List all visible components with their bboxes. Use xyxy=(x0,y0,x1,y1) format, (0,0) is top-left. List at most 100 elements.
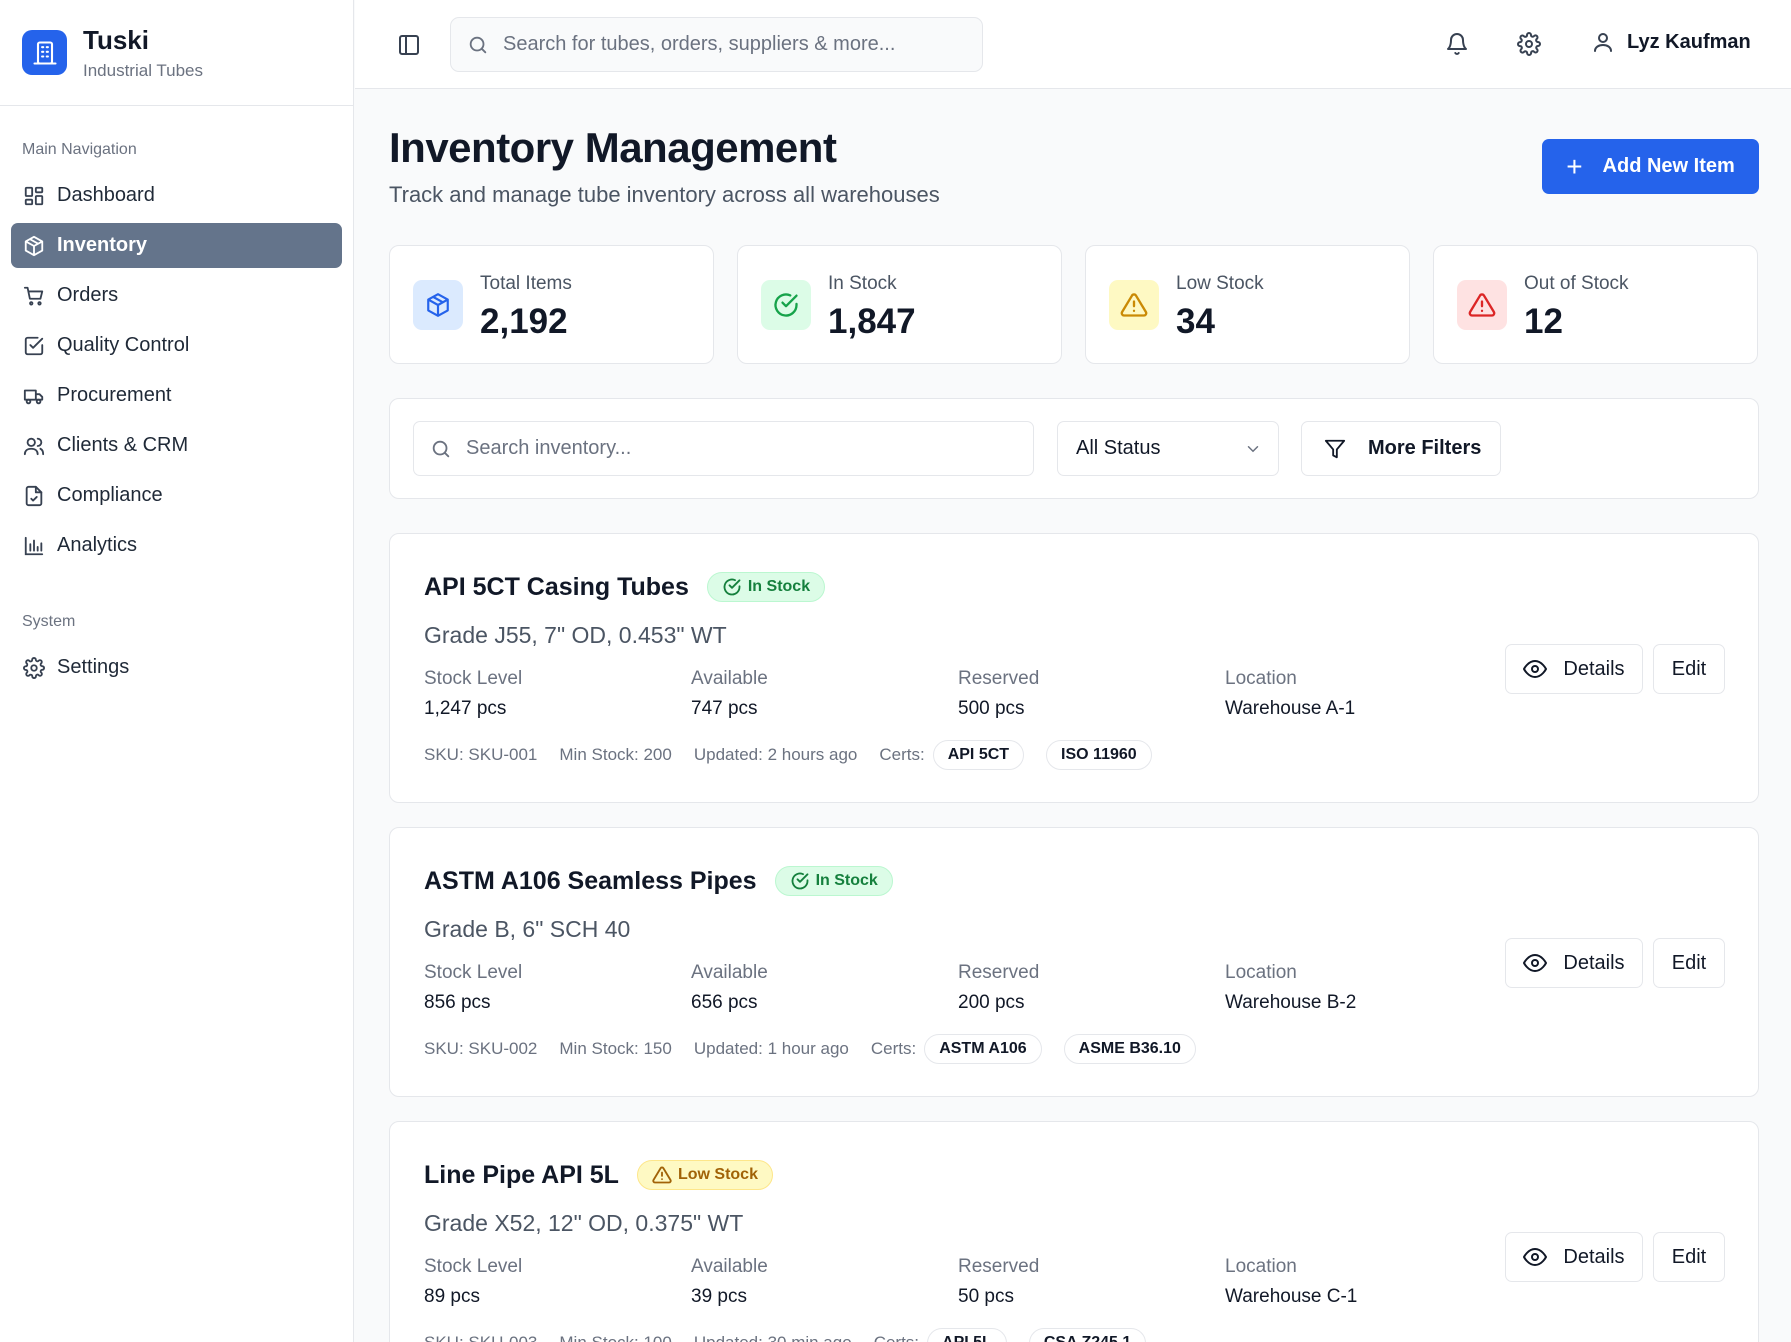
certs-label: Certs: xyxy=(879,745,925,764)
sidebar-item-dashboard[interactable]: Dashboard xyxy=(11,173,342,218)
sidebar-item-settings[interactable]: Settings xyxy=(11,645,342,690)
sidebar-item-label: Quality Control xyxy=(57,334,190,356)
field-value: 50 pcs xyxy=(958,1286,1014,1307)
sidebar-item-label: Analytics xyxy=(57,534,138,556)
field-label: Available xyxy=(691,668,768,689)
field-label: Stock Level xyxy=(424,668,523,689)
user-icon xyxy=(1591,30,1615,54)
sidebar-item-quality-control[interactable]: Quality Control xyxy=(11,323,342,368)
details-button[interactable]: Details xyxy=(1505,938,1643,988)
field-label: Stock Level xyxy=(424,1256,523,1277)
cert-badge: ISO 11960 xyxy=(1046,740,1152,770)
sidebar-item-analytics[interactable]: Analytics xyxy=(11,523,342,568)
item-spec: Grade X52, 12" OD, 0.375" WT xyxy=(424,1210,744,1236)
user-menu[interactable]: Lyz Kaufman xyxy=(1591,30,1751,54)
global-search[interactable] xyxy=(450,17,983,72)
item-min-stock: Min Stock: 150 xyxy=(559,1039,672,1058)
field-value: 1,247 pcs xyxy=(424,698,507,719)
filter-icon xyxy=(1324,438,1346,460)
edit-button[interactable]: Edit xyxy=(1653,938,1725,988)
stat-value: 12 xyxy=(1524,302,1563,341)
item-title: ASTM A106 Seamless Pipes xyxy=(424,866,757,895)
truck-icon xyxy=(23,385,45,407)
location-field: Location Warehouse B-2 xyxy=(1225,962,1356,1014)
eye-icon xyxy=(1523,1245,1548,1269)
field-label: Reserved xyxy=(958,962,1040,983)
item-sku: SKU: SKU-002 xyxy=(424,1039,538,1058)
available-field: Available 39 pcs xyxy=(691,1256,768,1308)
details-button[interactable]: Details xyxy=(1505,1232,1643,1282)
stat-label: In Stock xyxy=(828,273,897,294)
certs-label: Certs: xyxy=(870,1039,917,1058)
inventory-card: API 5CT Casing Tubes In Stock Grade J55,… xyxy=(389,533,1759,803)
global-search-input[interactable] xyxy=(503,33,963,56)
details-label: Details xyxy=(1563,1245,1625,1268)
status-select-value: All Status xyxy=(1076,437,1161,459)
bar-chart-icon xyxy=(23,535,45,557)
check-square-icon xyxy=(23,335,45,357)
field-value: Warehouse C-1 xyxy=(1225,1286,1358,1307)
sidebar-item-label: Settings xyxy=(57,656,130,678)
sidebar-item-procurement[interactable]: Procurement xyxy=(11,373,342,418)
available-field: Available 656 pcs xyxy=(691,962,768,1014)
dashboard-icon xyxy=(23,185,45,207)
edit-button[interactable]: Edit xyxy=(1653,1232,1725,1282)
stat-value: 34 xyxy=(1176,302,1215,341)
field-value: 89 pcs xyxy=(424,1286,480,1307)
details-label: Details xyxy=(1563,657,1625,680)
nav-section-system: System xyxy=(22,613,76,630)
field-value: 856 pcs xyxy=(424,992,491,1013)
gear-icon xyxy=(23,656,45,679)
user-name: Lyz Kaufman xyxy=(1627,30,1751,53)
item-spec: Grade J55, 7" OD, 0.453" WT xyxy=(424,622,727,648)
stat-card-total-items: Total Items 2,192 xyxy=(389,245,714,364)
sidebar-item-label: Procurement xyxy=(57,384,172,406)
field-value: 656 pcs xyxy=(691,992,758,1013)
item-title: API 5CT Casing Tubes xyxy=(424,572,689,601)
page-title: Inventory Management xyxy=(389,124,837,171)
sidebar-item-clients-crm[interactable]: Clients & CRM xyxy=(11,423,342,468)
page-subtitle: Track and manage tube inventory across a… xyxy=(389,182,940,207)
inventory-search[interactable] xyxy=(413,421,1034,476)
status-select[interactable]: All Status xyxy=(1057,421,1279,476)
gear-icon[interactable] xyxy=(1517,32,1541,56)
search-icon xyxy=(430,438,452,460)
stat-card-low-stock: Low Stock 34 xyxy=(1085,245,1410,364)
warning-icon xyxy=(652,1165,672,1185)
field-label: Reserved xyxy=(958,668,1040,689)
brand[interactable]: Tuski Industrial Tubes xyxy=(0,0,353,106)
chevron-down-icon xyxy=(1244,440,1262,458)
item-updated: Updated: 1 hour ago xyxy=(693,1039,849,1058)
cert-badge: API 5L xyxy=(927,1328,1007,1342)
cert-badge: API 5CT xyxy=(932,740,1025,770)
status-badge-label: Low Stock xyxy=(677,1166,758,1183)
details-button[interactable]: Details xyxy=(1505,644,1643,694)
stock-level-field: Stock Level 1,247 pcs xyxy=(424,668,522,720)
eye-icon xyxy=(1523,951,1548,975)
sidebar-item-label: Clients & CRM xyxy=(57,434,189,456)
sidebar-toggle-icon[interactable] xyxy=(397,33,421,57)
cert-badge: ASTM A106 xyxy=(924,1034,1042,1064)
sidebar-item-orders[interactable]: Orders xyxy=(11,273,342,318)
alert-triangle-icon xyxy=(1457,280,1507,330)
field-value: Warehouse A-1 xyxy=(1225,698,1356,719)
stock-level-field: Stock Level 856 pcs xyxy=(424,962,522,1014)
sidebar-item-compliance[interactable]: Compliance xyxy=(11,473,342,518)
bell-icon[interactable] xyxy=(1445,32,1469,56)
field-label: Available xyxy=(691,1256,768,1277)
field-value: Warehouse B-2 xyxy=(1225,992,1357,1013)
sidebar-item-label: Orders xyxy=(57,284,119,306)
edit-button[interactable]: Edit xyxy=(1653,644,1725,694)
field-value: 200 pcs xyxy=(958,992,1025,1013)
cert-badge: CSA Z245.1 xyxy=(1028,1328,1147,1342)
more-filters-button[interactable]: More Filters xyxy=(1301,421,1501,476)
brand-subtitle: Industrial Tubes xyxy=(83,60,204,80)
add-new-item-button[interactable]: + Add New Item xyxy=(1542,139,1759,194)
stat-label: Out of Stock xyxy=(1524,273,1629,294)
item-min-stock: Min Stock: 100 xyxy=(559,1333,671,1342)
sidebar-item-inventory[interactable]: Inventory xyxy=(11,223,342,268)
field-label: Location xyxy=(1225,1256,1297,1277)
inventory-search-input[interactable] xyxy=(466,437,1026,460)
field-label: Reserved xyxy=(958,1256,1040,1277)
status-badge: In Stock xyxy=(706,572,826,602)
